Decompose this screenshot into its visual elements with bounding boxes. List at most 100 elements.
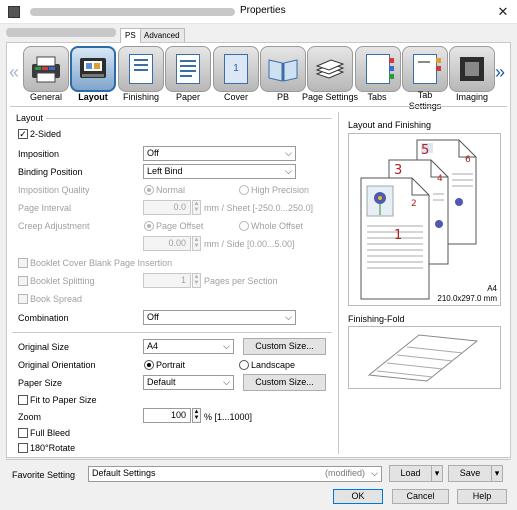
landscape-label: Landscape: [251, 360, 296, 370]
layout-preview: 5 6 3 4 1 2 A4 210.0x297.0 mm: [348, 133, 501, 306]
page-interval-spinner[interactable]: ▲ ▼: [192, 200, 201, 215]
preview-title: Layout and Finishing: [348, 120, 432, 130]
load-dropdown-arrow[interactable]: ▾: [431, 465, 443, 482]
chevron-down-icon: ⌵: [223, 377, 230, 387]
toolbar-page-settings-button[interactable]: [307, 46, 353, 92]
booklet-cover-checkbox[interactable]: [18, 258, 28, 268]
booklet-splitting-checkbox[interactable]: [18, 276, 28, 286]
favorite-setting-select[interactable]: Default Settings (modified) ⌵: [88, 466, 382, 482]
toolbar-imaging-button[interactable]: [449, 46, 495, 92]
paper-size-select[interactable]: Default ⌵: [143, 375, 234, 390]
quality-high-radio[interactable]: [239, 185, 249, 195]
save-dropdown-arrow[interactable]: ▾: [491, 465, 503, 482]
section-divider: [12, 332, 332, 333]
imposition-quality-label: Imposition Quality: [18, 185, 90, 195]
cancel-button[interactable]: Cancel: [392, 489, 449, 504]
original-size-label: Original Size: [18, 342, 70, 352]
booklet-splitting-unit: Pages per Section: [204, 276, 278, 286]
booklet-splitting-label: Booklet Splitting: [30, 276, 95, 286]
imaging-icon: [460, 57, 484, 81]
booklet-splitting-spinner[interactable]: ▲ ▼: [192, 273, 201, 288]
two-sided-checkbox[interactable]: ✓: [18, 129, 28, 139]
toolbar-paper-button[interactable]: [165, 46, 211, 92]
creep-input[interactable]: 0.00: [143, 236, 191, 251]
combination-select[interactable]: Off ⌵: [143, 310, 296, 325]
preview-paper-dims: 210.0x297.0 mm: [437, 294, 497, 303]
toolbar-pb-button[interactable]: [260, 46, 306, 92]
combination-value: Off: [147, 312, 159, 322]
imposition-label: Imposition: [18, 149, 60, 159]
book-spread-checkbox[interactable]: [18, 294, 28, 304]
ok-button[interactable]: OK: [333, 489, 383, 504]
toolbar-tab-settings-button[interactable]: [402, 46, 448, 92]
rotate-180-label: 180°Rotate: [30, 443, 76, 453]
layout-section-title: Layout: [16, 113, 44, 123]
creep-page-offset-radio[interactable]: [144, 221, 154, 231]
zoom-unit: % [1...1000]: [204, 412, 253, 422]
finishing-icon: [129, 54, 153, 84]
creep-adjustment-label: Creep Adjustment: [18, 221, 90, 231]
original-size-select[interactable]: A4 ⌵: [143, 339, 234, 354]
toolbar-cover-button[interactable]: 1: [213, 46, 259, 92]
tab-settings-icon: [413, 54, 441, 84]
creep-whole-offset-radio[interactable]: [239, 221, 249, 231]
original-orientation-label: Original Orientation: [18, 360, 96, 370]
imposition-select[interactable]: Off ⌵: [143, 146, 296, 161]
chevron-down-icon: ⌵: [371, 468, 378, 478]
chevron-down-icon: ⌵: [285, 148, 292, 158]
help-button[interactable]: Help: [457, 489, 507, 504]
booklet-cover-label: Booklet Cover Blank Page Insertion: [30, 258, 173, 268]
favorite-setting-value: Default Settings: [92, 468, 156, 478]
page-settings-icon: [315, 59, 345, 79]
binding-position-select[interactable]: Left Bind ⌵: [143, 164, 296, 179]
redacted-printer-name: [30, 8, 235, 16]
fold-preview: [348, 326, 501, 389]
tab-ps[interactable]: PS: [120, 28, 141, 43]
quality-high-label: High Precision: [251, 185, 310, 195]
original-size-value: A4: [147, 341, 159, 351]
favorite-modified-status: (modified): [324, 468, 365, 478]
page-number: 5: [421, 143, 429, 158]
booklet-preview-graphic: 5 6 3 4 1 2: [360, 139, 477, 300]
page-interval-input[interactable]: 0.0: [143, 200, 191, 215]
page-number: 2: [411, 199, 417, 209]
paper-size-label: Paper Size: [18, 378, 63, 388]
portrait-radio[interactable]: [144, 360, 154, 370]
page-number: 4: [437, 174, 443, 184]
combination-label: Combination: [18, 313, 69, 323]
fit-to-paper-checkbox[interactable]: [18, 395, 28, 405]
rotate-180-checkbox[interactable]: [18, 443, 28, 453]
zoom-spinner[interactable]: ▲ ▼: [192, 408, 201, 423]
creep-whole-offset-label: Whole Offset: [251, 221, 303, 231]
book-spread-label: Book Spread: [30, 294, 83, 304]
tab-advanced[interactable]: Advanced: [139, 28, 185, 42]
chevron-down-icon: ⌵: [223, 341, 230, 351]
toolbar-finishing-button[interactable]: [118, 46, 164, 92]
favorite-divider: [6, 459, 511, 460]
favorite-save-button[interactable]: Save: [448, 465, 492, 482]
vertical-divider: [338, 112, 339, 454]
quality-normal-radio[interactable]: [144, 185, 154, 195]
toolbar-general-button[interactable]: [23, 46, 69, 92]
paper-custom-size-button[interactable]: Custom Size...: [243, 374, 326, 391]
favorite-setting-label: Favorite Setting: [12, 470, 76, 480]
toolbar-layout-button[interactable]: [70, 46, 116, 92]
creep-spinner[interactable]: ▲ ▼: [192, 236, 201, 251]
scroll-left-icon[interactable]: «: [9, 62, 19, 83]
fold-title: Finishing-Fold: [348, 314, 405, 324]
paper-size-value: Default: [147, 377, 176, 387]
redacted-tab-label: [6, 28, 116, 37]
original-custom-size-button[interactable]: Custom Size...: [243, 338, 326, 355]
booklet-splitting-input[interactable]: 1: [143, 273, 191, 288]
page-number: 3: [394, 163, 402, 178]
zoom-input[interactable]: 100: [143, 408, 191, 423]
page-interval-label: Page Interval: [18, 203, 72, 213]
landscape-radio[interactable]: [239, 360, 249, 370]
close-icon[interactable]: ✕: [492, 2, 514, 22]
full-bleed-checkbox[interactable]: [18, 428, 28, 438]
fold-graphic: [367, 334, 479, 382]
two-sided-label: 2-Sided: [30, 129, 62, 139]
scroll-right-icon[interactable]: »: [495, 62, 505, 83]
toolbar-tabs-button[interactable]: [355, 46, 401, 92]
favorite-load-button[interactable]: Load: [389, 465, 432, 482]
